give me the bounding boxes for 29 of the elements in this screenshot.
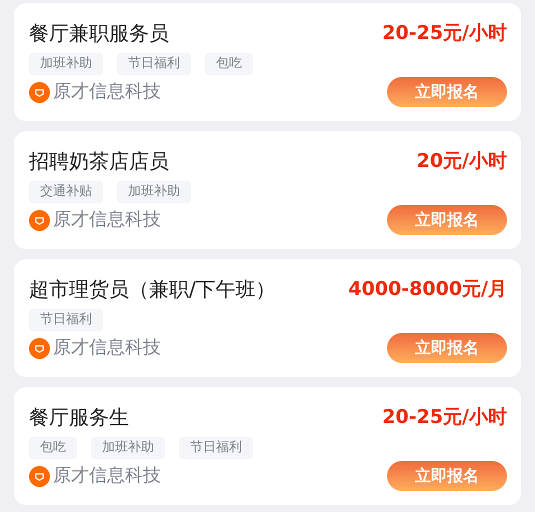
job-title: 招聘奶茶店店员 (29, 148, 170, 175)
company-name: 原才信息科技 (53, 464, 161, 488)
benefit-tag: 节日福利 (29, 309, 103, 331)
salary: 20-25元/小时 (382, 405, 507, 430)
benefit-tag: 包吃 (29, 437, 77, 459)
company-logo-icon (29, 338, 50, 358)
benefit-tag: 加班补助 (91, 437, 165, 459)
job-card[interactable]: 招聘奶茶店店员 交通补贴 加班补助 原才信息科技 20元/小时 立即报名 (14, 131, 521, 249)
benefit-tag: 节日福利 (117, 53, 191, 75)
salary: 20元/小时 (416, 149, 507, 174)
benefit-tag: 加班补助 (117, 181, 191, 203)
job-title: 餐厅服务生 (29, 404, 130, 431)
benefit-tag: 加班补助 (29, 53, 103, 75)
company-name: 原才信息科技 (53, 80, 161, 104)
company-name: 原才信息科技 (53, 336, 161, 360)
job-title: 餐厅兼职服务员 (29, 20, 170, 47)
company-logo-icon (29, 210, 50, 230)
job-card[interactable]: 超市理货员（兼职/下午班） 节日福利 原才信息科技 4000-8000元/月 立即报名 (14, 259, 521, 377)
benefit-tag: 包吃 (205, 53, 253, 75)
benefit-tag: 交通补贴 (29, 181, 103, 203)
benefit-tag: 节日福利 (179, 437, 253, 459)
job-card[interactable]: 餐厅服务生 包吃 加班补助 节日福利 原才信息科技 20-25元/小时 立即报名 (14, 387, 521, 505)
salary: 4000-8000元/月 (348, 277, 507, 302)
job-title: 超市理货员（兼职/下午班） (29, 276, 276, 303)
company-logo-icon (29, 466, 50, 486)
job-card[interactable]: 餐厅兼职服务员 加班补助 节日福利 包吃 原才信息科技 20-25元/小时 立即报名 (14, 3, 521, 121)
company-name: 原才信息科技 (53, 208, 161, 232)
salary: 20-25元/小时 (382, 21, 507, 46)
company-logo-icon (29, 82, 50, 102)
